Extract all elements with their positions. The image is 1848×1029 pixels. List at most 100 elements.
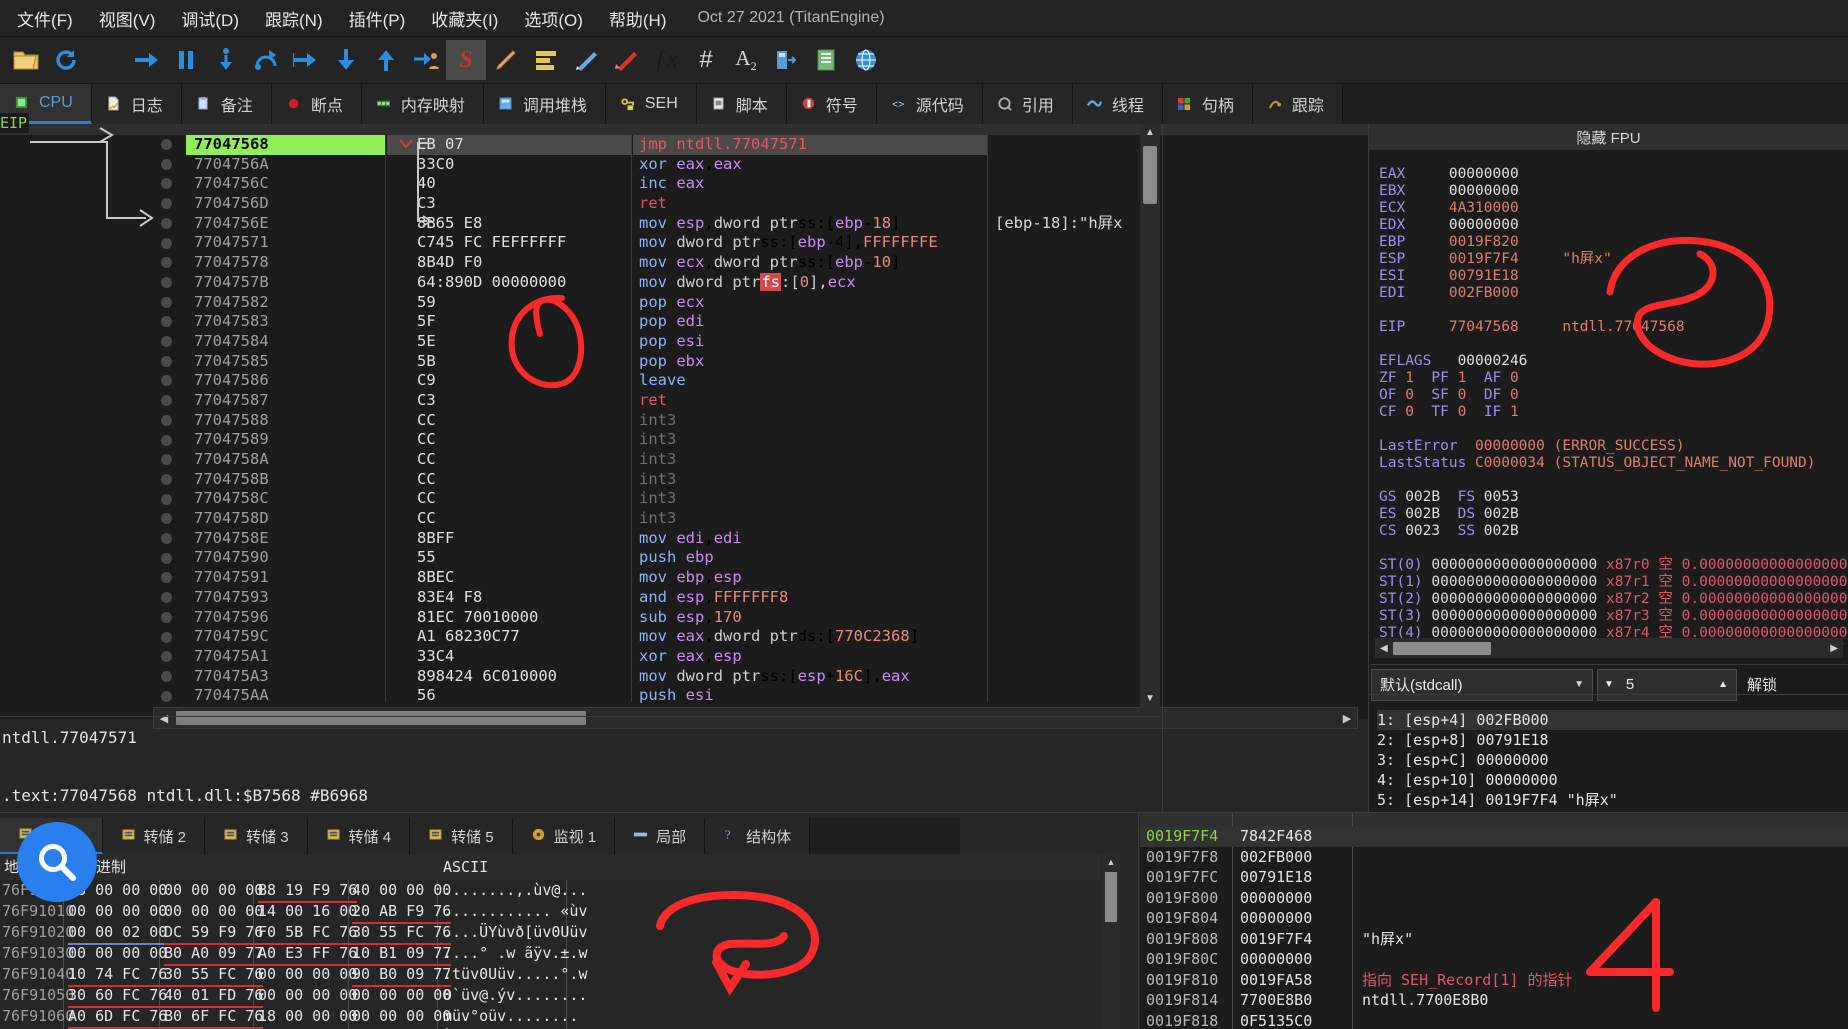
- menu-debug[interactable]: 调试(D): [168, 2, 252, 35]
- dump-hex-group[interactable]: 00 00 00 00: [352, 985, 451, 1006]
- disasm-bytes[interactable]: C9: [387, 371, 631, 391]
- dump-row[interactable]: 76F91060 A0 6D FC 76 B0 6F FC 76 18 00 00 0…: [0, 1006, 1100, 1029]
- disasm-bytes[interactable]: CC: [387, 430, 631, 450]
- dump-row[interactable]: 76F91040 10 74 FC 76 30 55 FC 76 00 00 00 0…: [0, 964, 1100, 987]
- dump-hex-group[interactable]: 00 00 00 00: [352, 1006, 451, 1027]
- breakpoint-toggle[interactable]: [161, 336, 172, 347]
- disasm-address[interactable]: 77047587: [186, 391, 385, 411]
- disasm-address[interactable]: 7704756E: [186, 214, 385, 234]
- disasm-bytes[interactable]: 56: [387, 686, 631, 706]
- disasm-comment[interactable]: [989, 371, 1144, 391]
- menu-favourites[interactable]: 收藏夹(I): [418, 2, 511, 35]
- flag-row[interactable]: OF 0 SF 0 DF 0: [1379, 387, 1848, 404]
- dump-vscroll-thumb[interactable]: [1105, 872, 1117, 922]
- segment-row[interactable]: GS 002B FS 0053: [1379, 489, 1848, 506]
- disasm-instruction[interactable]: mov eax,dword ptrds:[770C2368]: [633, 627, 987, 647]
- breakpoint-toggle[interactable]: [161, 276, 172, 288]
- breakpoint-toggle[interactable]: [161, 434, 172, 446]
- dump-tab-5[interactable]: 转储 5: [410, 818, 513, 854]
- disasm-bytes[interactable]: C3: [387, 391, 631, 411]
- breakpoint-gutter[interactable]: [0, 135, 185, 722]
- flag-value[interactable]: 0: [1458, 404, 1467, 420]
- register-row-eip[interactable]: EIP 77047568 ntdll.77047568: [1379, 319, 1848, 336]
- breakpoint-toggle[interactable]: [161, 375, 172, 387]
- disasm-bytes[interactable]: C745 FC FEFFFFFF: [387, 233, 631, 253]
- fpu-row[interactable]: ST(1) 0000000000000000000 x87r1 空 0.0000…: [1379, 574, 1848, 591]
- stack-value[interactable]: 0019FA58: [1240, 970, 1312, 991]
- disasm-bytes[interactable]: 59: [387, 293, 631, 313]
- dump-hex-group[interactable]: B0 6F FC 76: [164, 1006, 264, 1029]
- dump-hex-group[interactable]: 00 00 02 00: [68, 922, 168, 945]
- disasm-comment[interactable]: [989, 174, 1144, 194]
- disasm-comment[interactable]: [989, 312, 1144, 332]
- disasm-address[interactable]: 77047593: [186, 588, 385, 608]
- reg-scroll-right-icon[interactable]: ▶: [1825, 643, 1843, 654]
- argument-row[interactable]: 2: [esp+8] 00791E18: [1377, 730, 1848, 750]
- scroll-right-icon[interactable]: ▶: [1337, 712, 1357, 725]
- disasm-comment[interactable]: [989, 391, 1144, 411]
- stack-row[interactable]: 0019F810 0019FA58 指向 SEH_Record[1] 的指针: [1140, 970, 1848, 991]
- dump-ascii[interactable]: müv°oüv........: [443, 1006, 578, 1027]
- disasm-comment[interactable]: [989, 352, 1144, 372]
- menu-trace[interactable]: 跟踪(N): [252, 2, 336, 35]
- tab-source[interactable]: <> 源代码: [876, 84, 983, 124]
- disasm-comment[interactable]: [989, 233, 1144, 253]
- hide-fpu-button[interactable]: 隐藏 FPU: [1369, 124, 1848, 150]
- disasm-address[interactable]: 770475A3: [186, 667, 385, 687]
- stack-panel[interactable]: 0019F7F4 7842F468 0019F7F8 002FB000 0019F7FC…: [1140, 812, 1848, 1029]
- tab-references[interactable]: 引用: [982, 84, 1073, 124]
- disasm-instruction[interactable]: mov esp,dword ptrss:[ebp-18]: [633, 214, 987, 234]
- stack-row[interactable]: 0019F808 0019F7F4 "h屛x": [1140, 929, 1848, 950]
- menu-options[interactable]: 选项(O): [511, 2, 596, 35]
- memory-map-icon[interactable]: [766, 40, 806, 80]
- tab-handles[interactable]: 句柄: [1162, 84, 1253, 124]
- dump-hex-group[interactable]: B0 A0 09 77: [164, 943, 264, 966]
- disasm-comment[interactable]: [989, 155, 1144, 175]
- register-value[interactable]: 00000000: [1449, 217, 1519, 233]
- breakpoint-toggle[interactable]: [161, 158, 172, 170]
- registers-panel[interactable]: 隐藏 FPU EAX 00000000 EBX 00000000 ECX 4A310…: [1368, 124, 1848, 814]
- step-into-icon[interactable]: [206, 40, 246, 80]
- disasm-instruction[interactable]: int3: [633, 509, 987, 529]
- execute-till-return-icon[interactable]: [366, 40, 406, 80]
- registers-hscrollbar[interactable]: ◀ ▶: [1375, 638, 1843, 658]
- disasm-instruction[interactable]: mov ebp,esp: [633, 568, 987, 588]
- breakpoint-toggle[interactable]: [161, 651, 172, 663]
- breakpoint-toggle[interactable]: [161, 217, 172, 229]
- disasm-comment[interactable]: [989, 647, 1144, 667]
- disasm-comment[interactable]: [989, 686, 1144, 706]
- disasm-bytes[interactable]: 8BEC: [387, 568, 631, 588]
- disasm-instruction[interactable]: mov dword ptrss:[esp+16C],eax: [633, 667, 987, 687]
- breakpoint-toggle[interactable]: [161, 257, 172, 269]
- register-value[interactable]: 002FB000: [1449, 285, 1519, 301]
- disasm-comment[interactable]: [989, 608, 1144, 628]
- disasm-bytes[interactable]: 55: [387, 548, 631, 568]
- disasm-address[interactable]: 77047583: [186, 312, 385, 332]
- vscroll-thumb[interactable]: [1143, 146, 1157, 204]
- breakpoint-toggle[interactable]: [161, 690, 172, 702]
- register-value[interactable]: 00000000: [1449, 166, 1519, 182]
- log-icon[interactable]: [526, 40, 566, 80]
- dump-hex-group[interactable]: 40 01 FD 76: [164, 985, 264, 1008]
- argument-value[interactable]: 0019F7F4: [1485, 791, 1557, 809]
- breakpoint-toggle[interactable]: [161, 296, 172, 308]
- disasm-comment[interactable]: [989, 273, 1144, 293]
- disasm-instruction[interactable]: mov dword ptrfs:[0],ecx: [633, 272, 987, 293]
- disasm-instruction[interactable]: ret: [633, 391, 987, 411]
- tab-notes[interactable]: 备注: [181, 84, 272, 124]
- breakpoint-toggle[interactable]: [161, 533, 172, 544]
- argument-value[interactable]: 00000000: [1485, 771, 1557, 789]
- breakpoint-toggle[interactable]: [161, 513, 172, 525]
- disasm-bytes[interactable]: CC: [387, 489, 631, 509]
- scroll-up-icon[interactable]: ▲: [1140, 124, 1160, 142]
- scroll-left-icon[interactable]: ◀: [154, 712, 174, 725]
- tab-script[interactable]: 脚本: [696, 84, 787, 124]
- breakpoint-toggle[interactable]: [161, 493, 172, 505]
- disasm-address[interactable]: 7704756C: [186, 174, 385, 194]
- flag-value[interactable]: 1: [1405, 370, 1414, 386]
- dump-vscrollbar[interactable]: ▲: [1102, 854, 1120, 1029]
- stack-row[interactable]: 0019F800 00000000: [1140, 888, 1848, 909]
- stack-value[interactable]: 00791E18: [1240, 867, 1312, 888]
- flag-value[interactable]: 0: [1405, 404, 1414, 420]
- stack-row[interactable]: 0019F80C 00000000: [1140, 949, 1848, 970]
